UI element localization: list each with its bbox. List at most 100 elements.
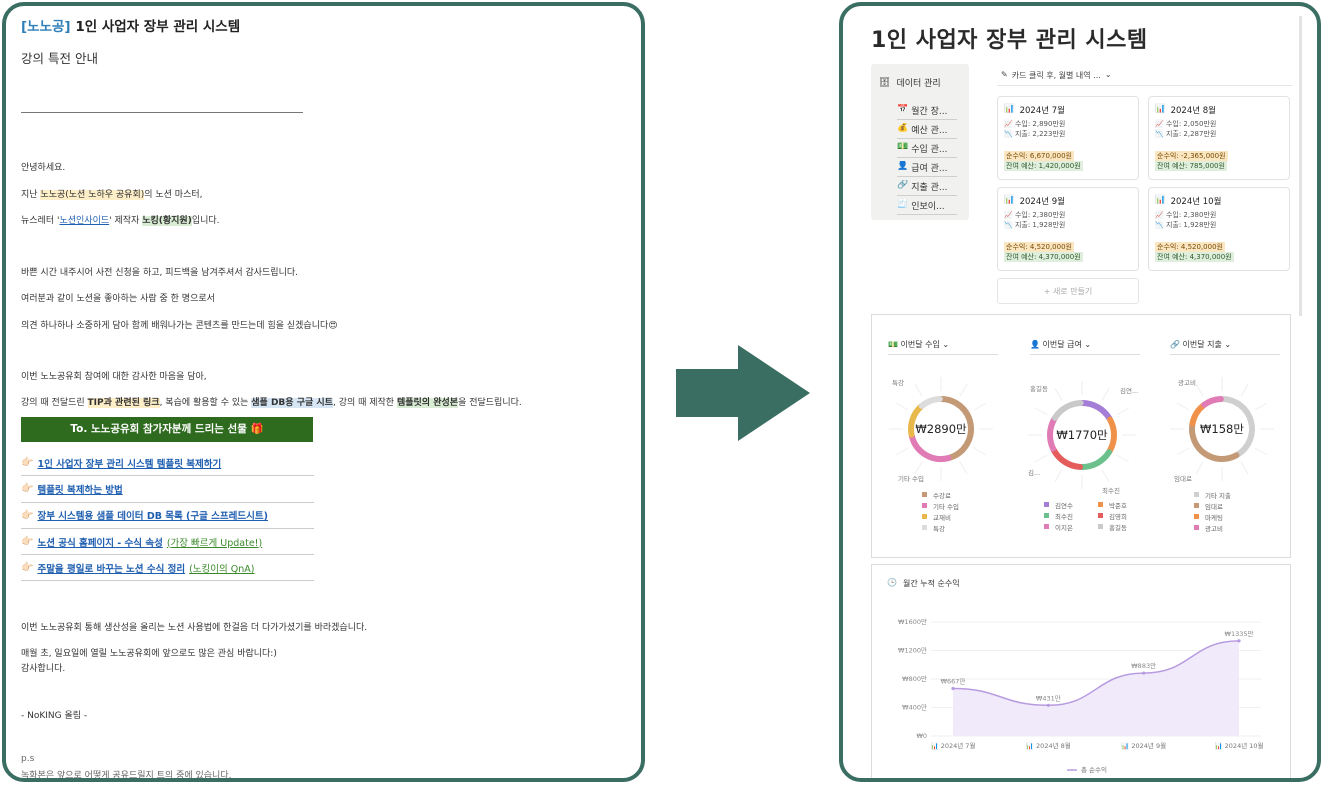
sidebar-item-invoice[interactable]: 🧾 인보이... xyxy=(897,199,957,215)
gift-link-howto[interactable]: 👉🏻 템플릿 복제하는 방법 xyxy=(21,476,314,503)
legend-item: 이지은 xyxy=(1044,523,1073,534)
donut-slice[interactable] xyxy=(1201,396,1224,408)
link-icon: 🔗 xyxy=(897,180,909,190)
person-icon: 👤 xyxy=(897,161,909,171)
donut-guide-line xyxy=(1054,387,1063,401)
newsletter-link[interactable]: 노션인사이드 xyxy=(59,216,109,226)
notion-panel: 1인 사업자 장부 관리 시스템 🗄 데이터 관리 📅 월간 장... 💰 예산 관.… xyxy=(839,2,1321,782)
cash-icon: 💵 xyxy=(897,142,909,152)
donut-guide-line xyxy=(1101,387,1110,401)
legend-item: 박준호 xyxy=(1098,501,1127,512)
gift-link-formula[interactable]: 👉🏻 노션 공식 홈페이지 - 수식 속성 (가장 빠르게 Update!) xyxy=(21,529,314,556)
arrow-right-icon xyxy=(676,345,810,441)
para-5: 강의 때 전달드린 TIP과 관련된 링크, 복습에 활용할 수 있는 샘플 D… xyxy=(21,398,522,408)
y-tick-label: ₩400만 xyxy=(902,703,927,712)
donut-guide-line xyxy=(1176,402,1190,411)
sidebar-item-monthly[interactable]: 📅 월간 장... xyxy=(897,104,957,120)
closing-3: 감사합니다. xyxy=(21,664,66,674)
gallery-view-header[interactable]: ✎ 카드 클릭 후, 월별 내역 ... ⌄ xyxy=(1001,70,1112,81)
edit-icon: ✎ xyxy=(1001,70,1008,79)
legend-item: 기타 지출 xyxy=(1194,491,1231,502)
sidebar-item-budget[interactable]: 💰 예산 관... xyxy=(897,123,957,139)
y-tick-label: ₩1200만 xyxy=(898,646,927,655)
new-card-button[interactable]: + 새로 만들기 xyxy=(997,278,1139,304)
data-point[interactable] xyxy=(951,686,955,691)
donut-center-income: ₩2890만 xyxy=(915,422,967,436)
intro-line-2: 뉴스레터 '노션인사이드' 제작자 노킹(황지원)입니다. xyxy=(21,216,220,226)
month-card[interactable]: 📊 2024년 10월 📈 수입: 2,380만원 📉 지출: 1,928만원 순… xyxy=(1148,187,1290,271)
x-tick-label: 📊 2024년 7월 xyxy=(931,741,976,750)
donut-guide-line xyxy=(1254,447,1268,456)
email-panel: [노노공] 1인 사업자 장부 관리 시스템 강의 특전 안내 안녕하세요. 지… xyxy=(2,2,645,782)
y-tick-label: ₩1600만 xyxy=(898,617,927,626)
data-point[interactable] xyxy=(1046,703,1050,707)
legend-item: 마케팅 xyxy=(1194,513,1231,524)
data-point[interactable] xyxy=(1237,639,1241,643)
donut-outer-label: 홍길동 xyxy=(1030,385,1048,393)
data-point[interactable] xyxy=(1142,671,1146,675)
email-title: [노노공] 1인 사업자 장부 관리 시스템 xyxy=(21,15,240,35)
greeting: 안녕하세요. xyxy=(21,163,66,173)
donut-guide-line xyxy=(1176,447,1190,456)
donut-slice[interactable] xyxy=(1047,415,1058,452)
gift-link-qna[interactable]: 👉🏻 주말을 평일로 바꾸는 노션 수식 정리 (노킹이의 QnA) xyxy=(21,555,314,582)
sidebar-item-payroll[interactable]: 👤 급여 관... xyxy=(897,161,957,177)
sidebar-item-income[interactable]: 💵 수입 관... xyxy=(897,142,957,158)
donut-slice[interactable] xyxy=(908,432,952,462)
gift-list: 👉🏻 1인 사업자 장부 관리 시스템 템플릿 복제하기 👉🏻 템플릿 복제하는 방… xyxy=(21,450,314,582)
legend-item: 교재비 xyxy=(922,513,959,524)
donut-center-expense: ₩158만 xyxy=(1200,422,1244,436)
trend-down-icon: 📉 xyxy=(1004,221,1013,229)
donut-outer-label: 임대료 xyxy=(1174,475,1192,483)
sidebar-item-expense[interactable]: 🔗 지출 관... xyxy=(897,180,957,196)
receipt-icon: 🧾 xyxy=(897,199,909,209)
donut-guide-line xyxy=(959,383,968,397)
trend-up-icon: 📈 xyxy=(1155,211,1164,219)
legend-item: 김연수 xyxy=(1044,501,1073,512)
legend-income: 수강료 기타 수입 교재비 특강 xyxy=(922,491,959,535)
donut-guide-line xyxy=(1116,454,1130,463)
page-title: 1인 사업자 장부 관리 시스템 xyxy=(871,28,1148,53)
donut-slice[interactable] xyxy=(1106,416,1117,455)
donut-charts-section: 💵 이번달 수입 ⌄ 👤 이번달 급여 ⌄ 🔗 이번달 지출 ⌄ ₩2890만 … xyxy=(871,314,1291,558)
donut-outer-label: 기타 수입 xyxy=(898,475,924,483)
chart-icon: 📊 xyxy=(1004,104,1015,114)
data-label: ₩1335만 xyxy=(1225,629,1254,638)
donut-guide-line xyxy=(1240,383,1249,397)
trend-down-icon: 📉 xyxy=(1155,221,1164,229)
gift-link-sample-db[interactable]: 👉🏻 장부 시스템용 샘플 데이터 DB 목록 (구글 스프레드시트) xyxy=(21,503,314,529)
trend-up-icon: 📈 xyxy=(1004,211,1013,219)
legend-item: 광고비 xyxy=(1194,524,1231,535)
pointing-hand-icon: 👉🏻 xyxy=(21,509,34,521)
donut-slice[interactable] xyxy=(918,396,943,409)
donut-slice[interactable] xyxy=(1079,400,1113,422)
donut-slice[interactable] xyxy=(1051,400,1084,421)
trend-down-icon: 📉 xyxy=(1155,130,1164,138)
sidebar-header: 🗄 데이터 관리 xyxy=(879,77,941,90)
donut-guide-line xyxy=(1195,461,1204,475)
legend-item: 임대료 xyxy=(1194,502,1231,513)
donut-center-payroll: ₩1770만 xyxy=(1056,428,1108,442)
month-card[interactable]: 📊 2024년 9월 📈 수입: 2,380만원 📉 지출: 1,928만원 순수… xyxy=(997,187,1139,271)
scrollbar[interactable] xyxy=(1299,16,1302,316)
para-3: 의견 하나하나 소중하게 담아 함께 배워나가는 콘텐츠를 만드는데 힘을 싣겠… xyxy=(21,321,338,331)
month-card[interactable]: 📊 2024년 7월 📈 수입: 2,890만원 📉 지출: 2,223만원 순수… xyxy=(997,96,1139,180)
gift-header: To. 노노공유회 참가자분께 드리는 선물 🎁 xyxy=(21,417,313,442)
donut-outer-label: 김연... xyxy=(1120,387,1139,395)
donut-slice[interactable] xyxy=(1050,446,1083,470)
donut-slice[interactable] xyxy=(1078,449,1113,470)
donut-guide-line xyxy=(1034,407,1048,416)
donut-outer-label: 최수진 xyxy=(1102,487,1120,495)
month-card[interactable]: 📊 2024년 8월 📈 수입: 2,050만원 📉 지출: 2,287만원 순수… xyxy=(1148,96,1290,180)
closing-1: 이번 노노공유회 통해 생산성을 올리는 노션 사용법에 한걸음 더 다가가셨기… xyxy=(21,623,368,633)
trend-down-icon: 📉 xyxy=(1004,130,1013,138)
gift-link-template[interactable]: 👉🏻 1인 사업자 장부 관리 시스템 템플릿 복제하기 xyxy=(21,450,314,477)
data-label: ₩667만 xyxy=(941,676,966,685)
para-1: 바쁜 시간 내주시어 사전 신청을 하고, 피드백을 남겨주셔서 감사드립니다. xyxy=(21,268,299,278)
legend-payroll-2: 박준호 김영희 홍길동 xyxy=(1098,501,1127,534)
calendar-icon: 📅 xyxy=(897,104,909,114)
closing-2: 매월 초, 일요일에 열릴 노노공유회에 앞으로도 많은 관심 바랍니다:) xyxy=(21,649,277,659)
divider xyxy=(997,85,1292,86)
money-bag-icon: 💰 xyxy=(897,123,909,133)
para-4: 이번 노노공유회 참여에 대한 감사한 마음을 담아, xyxy=(21,372,207,382)
